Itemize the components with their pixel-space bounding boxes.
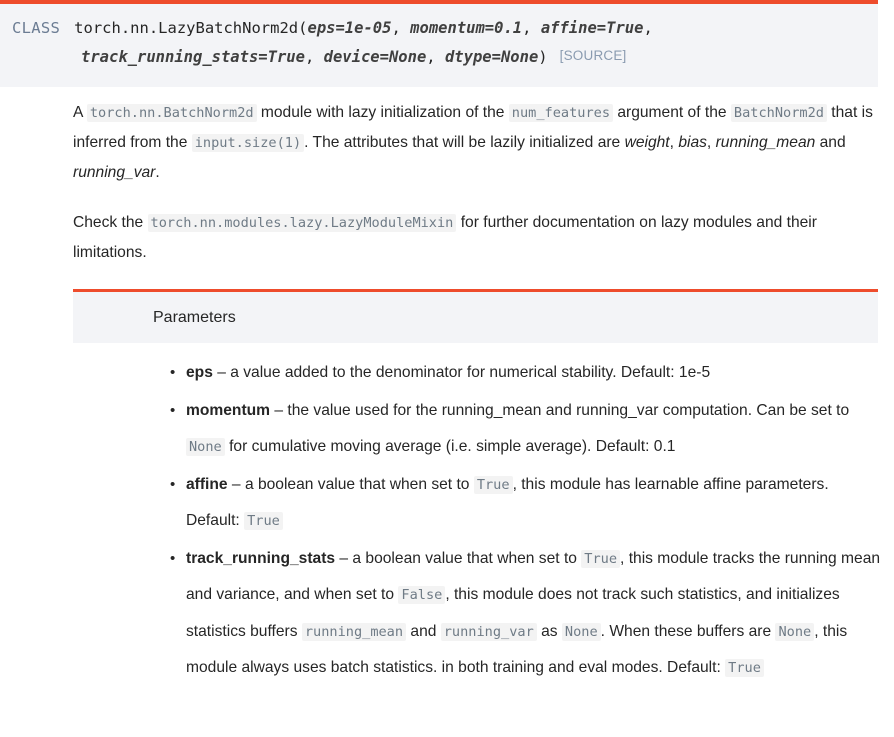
class-signature-block: CLASS torch.nn.LazyBatchNorm2d(eps=1e-05,… bbox=[0, 0, 878, 87]
parameter-name: momentum bbox=[186, 401, 271, 419]
source-link[interactable]: [SOURCE] bbox=[560, 48, 627, 63]
p2-text-0: Check the bbox=[73, 214, 148, 231]
parameter-description-text: the value used for the running_mean and … bbox=[287, 401, 850, 419]
parameter-name: eps bbox=[186, 364, 213, 381]
p1-text-0: A bbox=[73, 104, 87, 121]
parameter-item-track_running_stats: • track_running_stats – a boolean value t… bbox=[170, 541, 886, 687]
signature-close-paren: ) bbox=[538, 48, 548, 66]
parameter-item-eps: • eps – a value added to the denominator … bbox=[170, 355, 886, 392]
signature-param-momentum: momentum=0.1 bbox=[410, 19, 523, 37]
code-false: False bbox=[398, 586, 446, 604]
code-true: True bbox=[473, 475, 513, 494]
signature-param-device: device=None bbox=[323, 48, 427, 66]
signature-separator: , bbox=[426, 48, 445, 66]
bullet-icon: • bbox=[170, 475, 176, 493]
parameter-item-affine: • affine – a boolean value that when set … bbox=[170, 467, 886, 540]
parameter-dash: – bbox=[212, 364, 231, 381]
p1-text-1: module with lazy initialization of the bbox=[256, 104, 509, 121]
attr-running-var: running_var bbox=[73, 164, 156, 181]
code-input-size-1: input.size(1) bbox=[191, 134, 305, 152]
parameter-dash: – bbox=[335, 549, 353, 567]
parameter-dash: – bbox=[227, 475, 245, 493]
parameters-title: Parameters bbox=[153, 309, 236, 326]
parameter-dash: – bbox=[270, 401, 288, 419]
class-qualified-name: torch.nn.LazyBatchNorm2d bbox=[74, 19, 299, 37]
code-none: None bbox=[561, 622, 601, 641]
parameter-name: track_running_stats bbox=[186, 549, 336, 567]
signature-separator: , bbox=[391, 19, 411, 37]
signature-param-track_running_stats: track_running_stats=True bbox=[81, 48, 305, 66]
bullet-icon: • bbox=[170, 401, 176, 419]
description-section: A torch.nn.BatchNorm2d module with lazy … bbox=[73, 98, 879, 288]
p1-text-5: , bbox=[669, 134, 679, 151]
signature-param-affine: affine=True bbox=[540, 19, 644, 37]
parameter-description-text: . When these buffers are bbox=[600, 622, 776, 640]
p1-text-8: . bbox=[155, 164, 160, 181]
attr-bias: bias bbox=[678, 134, 707, 151]
code-none: None bbox=[186, 438, 225, 456]
code-true: True bbox=[581, 549, 621, 568]
signature-param-dtype: dtype=None bbox=[444, 48, 539, 66]
signature-separator: , bbox=[643, 19, 653, 37]
parameter-description-text: a boolean value that when set to bbox=[244, 475, 474, 493]
class-keyword-label: CLASS bbox=[12, 19, 61, 37]
bullet-icon: • bbox=[170, 364, 176, 381]
parameter-item-momentum: • momentum – the value used for the runni… bbox=[170, 393, 886, 466]
signature-separator: , bbox=[304, 48, 324, 66]
code-none: None bbox=[775, 622, 815, 641]
code-batchnorm2d: BatchNorm2d bbox=[730, 104, 827, 122]
parameter-description-text: a boolean value that when set to bbox=[352, 549, 582, 567]
code-true: True bbox=[725, 659, 764, 677]
code-lazymodulemixin: torch.nn.modules.lazy.LazyModuleMixin bbox=[147, 214, 457, 232]
signature-separator: , bbox=[522, 19, 541, 37]
signature-line-1: CLASS torch.nn.LazyBatchNorm2d(eps=1e-05,… bbox=[0, 15, 878, 42]
code-running-var: running_var bbox=[440, 622, 537, 641]
signature-param-eps: eps=1e-05 bbox=[307, 19, 392, 37]
signature-params-line-1: eps=1e-05, momentum=0.1, affine=True, bbox=[307, 19, 652, 37]
p1-text-2: argument of the bbox=[613, 104, 731, 121]
parameter-description-text: a value added to the denominator for num… bbox=[230, 364, 711, 381]
signature-line-2: track_running_stats=True, device=None, d… bbox=[0, 42, 878, 71]
code-torch-nn-batchnorm2d: torch.nn.BatchNorm2d bbox=[86, 104, 257, 122]
parameters-header: Parameters bbox=[73, 289, 878, 343]
attr-running-mean: running_mean bbox=[715, 134, 816, 151]
parameter-description-text: and bbox=[406, 622, 441, 640]
parameter-description-text: as bbox=[536, 622, 562, 640]
parameter-name: affine bbox=[186, 475, 228, 493]
p1-text-6: , bbox=[706, 134, 716, 151]
code-running-mean: running_mean bbox=[301, 622, 407, 641]
signature-params-line-2: track_running_stats=True, device=None, d… bbox=[81, 48, 538, 66]
p1-text-7: and bbox=[815, 134, 846, 151]
bullet-icon: • bbox=[170, 549, 176, 567]
parameter-description-text: for cumulative moving average (i.e. simp… bbox=[224, 438, 676, 455]
parameters-list: • eps – a value added to the denominator … bbox=[170, 355, 886, 688]
description-paragraph-2: Check the torch.nn.modules.lazy.LazyModu… bbox=[73, 208, 879, 268]
code-num-features: num_features bbox=[508, 104, 614, 122]
p1-text-4: . The attributes that will be lazily ini… bbox=[304, 134, 625, 151]
code-true: True bbox=[244, 512, 283, 530]
attr-weight: weight bbox=[624, 134, 670, 151]
description-paragraph-1: A torch.nn.BatchNorm2d module with lazy … bbox=[73, 98, 879, 188]
